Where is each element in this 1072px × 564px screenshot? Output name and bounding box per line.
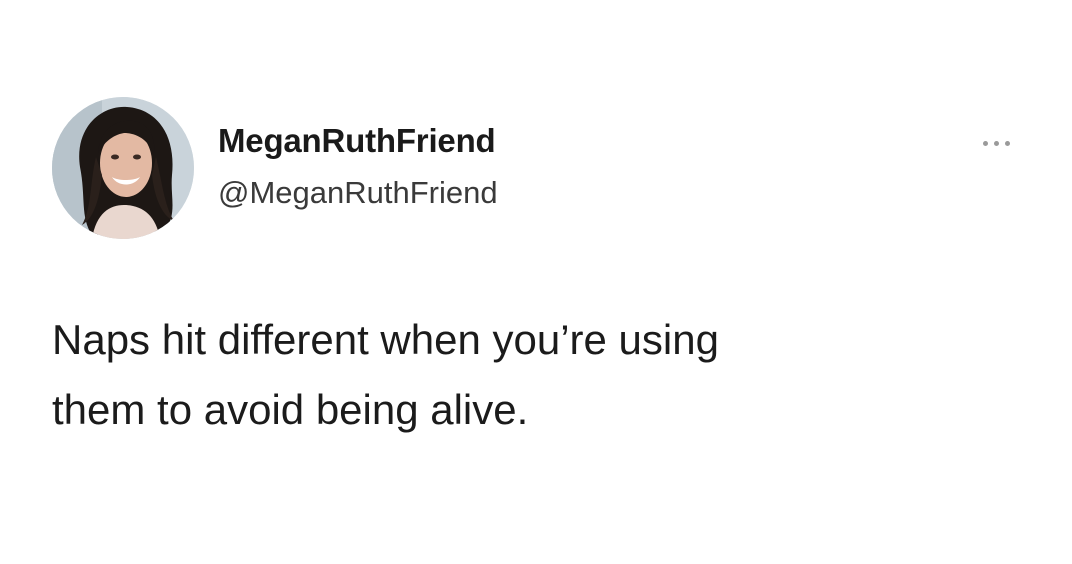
tweet-card: MeganRuthFriend @MeganRuthFriend Naps hi… bbox=[0, 0, 1072, 564]
more-dot bbox=[993, 140, 999, 146]
tweet-text: Naps hit different when you’re using the… bbox=[52, 316, 719, 433]
more-dot bbox=[982, 140, 988, 146]
profile-photo-icon bbox=[52, 97, 194, 239]
avatar[interactable] bbox=[52, 97, 194, 239]
more-dot bbox=[1004, 140, 1010, 146]
more-options-icon[interactable] bbox=[968, 128, 1024, 158]
user-handle[interactable]: @MeganRuthFriend bbox=[218, 175, 498, 211]
display-name[interactable]: MeganRuthFriend bbox=[218, 122, 496, 160]
